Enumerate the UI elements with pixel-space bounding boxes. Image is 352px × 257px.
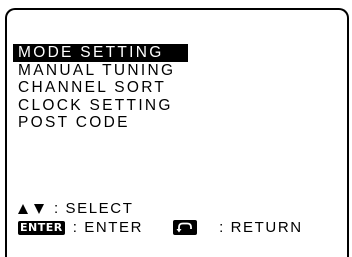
menu-item-post-code[interactable]: POST CODE [13, 114, 188, 132]
enter-hint-label: : ENTER [72, 219, 144, 236]
down-arrow-icon [34, 203, 44, 214]
menu-item-clock-setting[interactable]: CLOCK SETTING [13, 97, 188, 115]
enter-key-icon: ENTER [18, 220, 65, 235]
return-arrow-icon [173, 220, 198, 235]
return-hint-label: : RETURN [219, 219, 303, 236]
select-hint: : SELECT [18, 200, 134, 217]
select-hint-label: : SELECT [54, 200, 134, 217]
menu-item-manual-tuning[interactable]: MANUAL TUNING [13, 62, 188, 80]
up-arrow-icon [18, 203, 28, 214]
menu-item-mode-setting[interactable]: MODE SETTING [13, 44, 188, 62]
setup-menu: MODE SETTING MANUAL TUNING CHANNEL SORT … [13, 44, 188, 132]
menu-item-channel-sort[interactable]: CHANNEL SORT [13, 79, 188, 97]
enter-return-hint: ENTER : ENTER : RETURN [18, 219, 348, 236]
